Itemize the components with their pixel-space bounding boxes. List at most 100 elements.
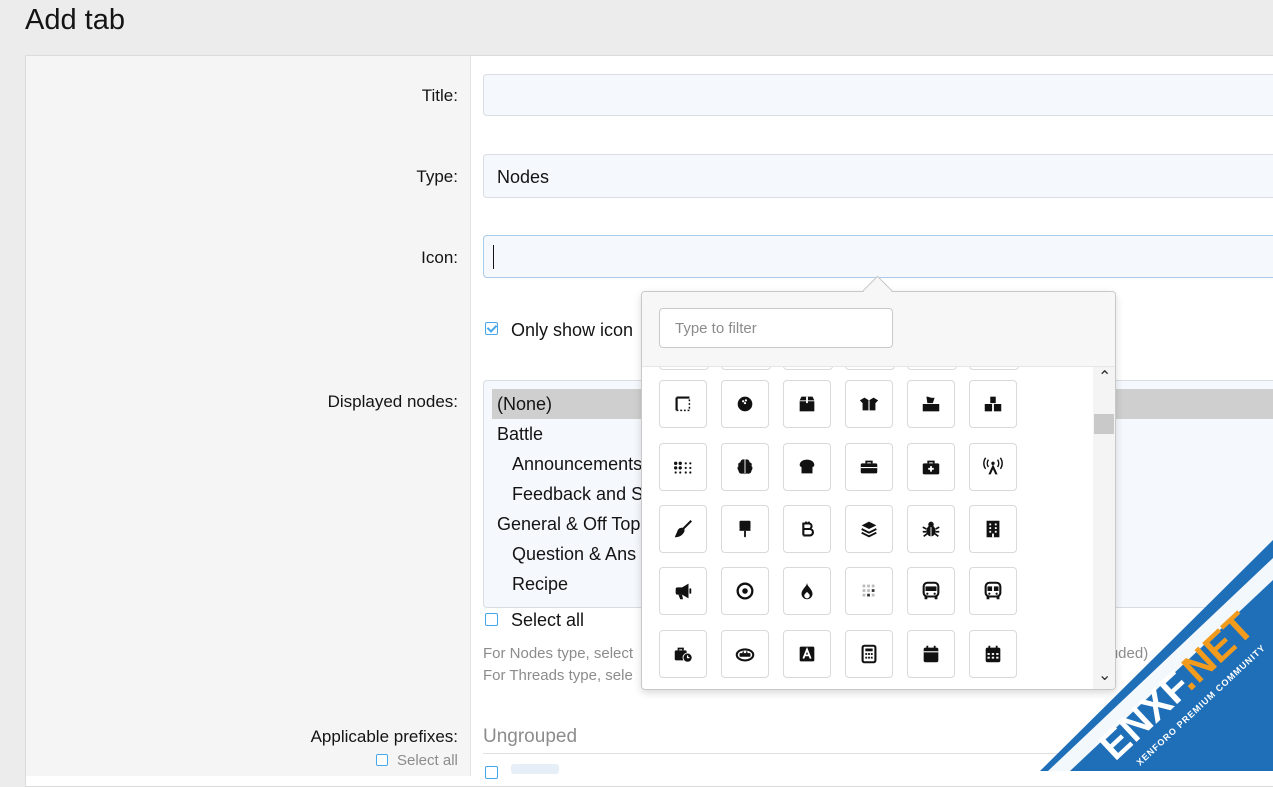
partial-tile xyxy=(783,367,833,370)
type-select-value: Nodes xyxy=(497,167,550,187)
icon-option-brain[interactable] xyxy=(721,443,769,491)
displayed-nodes-label: Displayed nodes: xyxy=(327,392,458,411)
title-label: Title: xyxy=(421,86,458,105)
partial-tile xyxy=(969,367,1019,370)
node-option-recipe[interactable]: Recipe xyxy=(512,569,568,599)
icon-option-burn[interactable] xyxy=(783,567,831,615)
icon-option-boxes-stacked[interactable] xyxy=(969,380,1017,428)
icon-option-box-open[interactable] xyxy=(845,380,893,428)
bitcoin-sign-icon xyxy=(802,521,814,537)
icon-option-bug[interactable] xyxy=(907,505,955,553)
icon-option-bread-slice[interactable] xyxy=(783,443,831,491)
type-label: Type: xyxy=(416,167,458,186)
icon-option-business-time[interactable] xyxy=(659,630,707,678)
partial-tile xyxy=(659,367,709,370)
bullseye-icon xyxy=(736,582,754,600)
icon-option-business-time[interactable] xyxy=(845,567,893,615)
partial-tile xyxy=(721,367,771,370)
watermark-logo: ENXF.NET XENFORO PREMIUM COMMUNITY xyxy=(1040,540,1273,771)
calendar-days-icon xyxy=(985,645,1001,663)
icon-option-brush[interactable] xyxy=(721,505,769,553)
briefcase-icon xyxy=(860,460,878,474)
brain-icon xyxy=(737,459,753,475)
icon-option-briefcase-medical[interactable] xyxy=(907,443,955,491)
bug-icon xyxy=(922,521,940,537)
node-option-battle[interactable]: Battle xyxy=(497,419,543,449)
prefix-checkbox[interactable] xyxy=(485,766,498,779)
partial-tile xyxy=(845,367,895,370)
calendar-icon xyxy=(923,645,939,663)
icon-option-calendar-days[interactable] xyxy=(969,630,1017,678)
page-title: Add tab xyxy=(25,4,125,36)
applicable-prefixes-label: Applicable prefixes: xyxy=(310,727,458,746)
icon-label: Icon: xyxy=(421,248,458,267)
box-icon xyxy=(799,396,815,412)
icon-option-calculator[interactable] xyxy=(845,630,893,678)
building-icon xyxy=(986,520,1000,538)
icon-option-bus-simple[interactable] xyxy=(969,567,1017,615)
icon-option-border-top-left[interactable] xyxy=(659,380,707,428)
icon-option-bowling-ball[interactable] xyxy=(721,380,769,428)
business-time-icon xyxy=(674,647,693,663)
tower-broadcast-icon xyxy=(983,457,1003,475)
burn-icon xyxy=(801,582,813,600)
broom-icon xyxy=(674,520,692,538)
boxes-stacked-icon xyxy=(984,396,1002,412)
icon-option-bus[interactable] xyxy=(907,567,955,615)
icon-option-briefcase[interactable] xyxy=(845,443,893,491)
icon-option-box-tissue[interactable] xyxy=(907,380,955,428)
icon-grid xyxy=(642,367,1092,689)
explain-threads: For Threads type, sele xyxy=(483,667,633,684)
icon-option-building[interactable] xyxy=(969,505,1017,553)
explain-nodes: For Nodes type, select xyxy=(483,645,634,662)
scroll-up-icon[interactable]: ⌃ xyxy=(1098,367,1111,387)
prefixes-select-all-checkbox[interactable] xyxy=(376,754,388,766)
bullhorn-icon xyxy=(675,583,692,600)
scrollbar-thumb[interactable] xyxy=(1094,414,1114,434)
icon-option-broom[interactable] xyxy=(659,505,707,553)
icon-option-calendar[interactable] xyxy=(907,630,955,678)
border-top-left-icon xyxy=(675,396,691,412)
ungrouped-label: Ungrouped xyxy=(483,726,578,747)
node-option-announcements[interactable]: Announcements xyxy=(512,449,642,479)
icon-input[interactable] xyxy=(483,235,1273,278)
text-caret xyxy=(493,245,494,269)
type-select[interactable]: Nodes xyxy=(483,154,1273,198)
icon-option-font-box[interactable] xyxy=(783,630,831,678)
only-show-icon-checkbox[interactable] xyxy=(485,322,498,335)
icon-option-bitcoin-sign[interactable] xyxy=(783,505,831,553)
icon-option-tower-broadcast[interactable] xyxy=(969,443,1017,491)
prefix-chip[interactable] xyxy=(511,764,559,774)
braille-icon xyxy=(674,461,692,474)
only-show-icon-label: Only show icon xyxy=(511,320,634,340)
icon-option-birthday-cake[interactable] xyxy=(721,630,769,678)
title-input[interactable] xyxy=(483,74,1273,116)
bowling-ball-icon xyxy=(737,396,753,412)
business-time-icon xyxy=(862,584,875,597)
calculator-icon xyxy=(861,644,877,664)
icon-option-box[interactable] xyxy=(783,380,831,428)
icon-option-bullhorn[interactable] xyxy=(659,567,707,615)
birthday-cake-icon xyxy=(735,648,755,662)
font-box-icon xyxy=(799,646,815,662)
node-option-question[interactable]: Question & Ans xyxy=(512,539,636,569)
layer-group-icon xyxy=(861,521,877,538)
icon-option-braille[interactable] xyxy=(659,443,707,491)
partial-tile xyxy=(907,367,957,370)
select-all-checkbox[interactable] xyxy=(485,613,498,626)
icon-option-bullseye[interactable] xyxy=(721,567,769,615)
icon-option-layer-group[interactable] xyxy=(845,505,893,553)
icon-filter-input[interactable] xyxy=(659,308,893,348)
node-option-general[interactable]: General & Off Top xyxy=(497,509,640,539)
box-tissue-icon xyxy=(922,396,940,412)
box-open-icon xyxy=(859,397,879,411)
prefixes-select-all-label: Select all xyxy=(397,752,458,769)
brush-icon xyxy=(739,520,751,538)
bus-icon xyxy=(922,581,940,600)
node-option-feedback[interactable]: Feedback and S xyxy=(512,479,643,509)
select-all-label: Select all xyxy=(511,610,585,630)
label-column xyxy=(26,56,471,776)
briefcase-medical-icon xyxy=(922,460,940,475)
bus-simple-icon xyxy=(984,581,1002,600)
bread-slice-icon xyxy=(799,459,815,474)
